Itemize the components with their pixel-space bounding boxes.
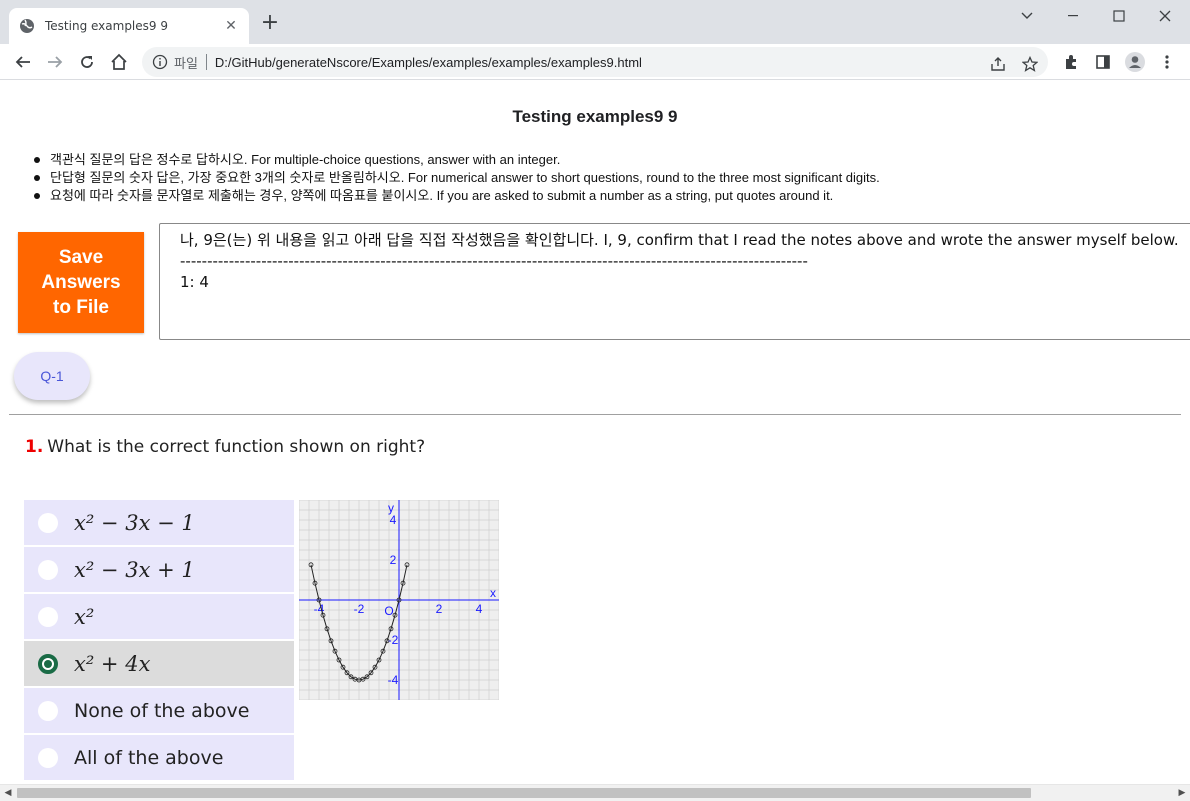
question-nav-button[interactable]: Q-1 (14, 352, 90, 400)
instruction-item: 요청에 따라 숫자를 문자열로 제출해는 경우, 양쪽에 따옴표를 붙이시오. … (34, 187, 880, 205)
x-tick-label: 4 (476, 602, 483, 616)
radio-button[interactable] (38, 560, 58, 580)
answer-confirmation-line: 나, 9은(는) 위 내용을 읽고 아래 답을 직접 작성했음을 확인합니다. … (180, 231, 1179, 249)
instructions-list: 객관식 질문의 답은 정수로 답하시오. For multiple-choice… (34, 151, 880, 205)
option-label: All of the above (74, 746, 224, 769)
back-arrow-icon[interactable] (9, 48, 37, 76)
side-panel-icon[interactable] (1089, 48, 1117, 76)
section-divider (9, 414, 1181, 415)
address-scheme: 파일 (174, 56, 198, 72)
question-prompt: 1. What is the correct function shown on … (25, 437, 425, 457)
answer-separator-line: ----------------------------------------… (180, 252, 808, 270)
answer-options: x² − 3x − 1 x² − 3x + 1 x² x² + 4x None … (24, 500, 294, 782)
y-tick-label: -4 (388, 673, 399, 687)
radio-button[interactable] (38, 748, 58, 768)
address-separator (205, 54, 207, 70)
y-tick-label: 4 (390, 513, 397, 527)
globe-icon (20, 19, 34, 33)
page-title: Testing examples9 9 (512, 107, 678, 126)
x-tick-label: 2 (436, 602, 443, 616)
option-2[interactable]: x² − 3x + 1 (24, 547, 294, 592)
option-1[interactable]: x² − 3x − 1 (24, 500, 294, 545)
extensions-icon[interactable] (1057, 48, 1085, 76)
home-icon[interactable] (105, 48, 133, 76)
browser-tab[interactable]: Testing examples9 9 ✕ (9, 8, 249, 44)
menu-kebab-icon[interactable] (1153, 48, 1181, 76)
option-label: x² − 3x + 1 (74, 557, 195, 582)
option-label: x² − 3x − 1 (74, 510, 195, 535)
save-answers-button[interactable]: Save Answers to File (18, 232, 144, 333)
minimize-icon[interactable] (1050, 0, 1096, 32)
radio-button[interactable] (38, 607, 58, 627)
reload-icon[interactable] (73, 48, 101, 76)
instruction-item: 단답형 질문의 숫자 답은, 가장 중요한 3개의 숫자로 반올림하시오. Fo… (34, 170, 880, 185)
radio-button-selected[interactable] (38, 654, 58, 674)
tab-title: Testing examples9 9 (45, 19, 168, 33)
profile-avatar-icon[interactable] (1121, 48, 1149, 76)
scrollbar-thumb[interactable] (17, 788, 1031, 798)
horizontal-scrollbar[interactable]: ◀ ▶ (0, 784, 1190, 801)
y-tick-label: 2 (390, 553, 397, 567)
origin-label: O (384, 604, 393, 618)
page-content: Testing examples9 9 객관식 질문의 답은 정수로 답하시오.… (0, 81, 1190, 784)
radio-button[interactable] (38, 513, 58, 533)
answer-line: 1: 4 (180, 273, 209, 291)
function-graph: xyO-4 -2 2 442-2-4 (299, 500, 499, 700)
browser-titlebar: Testing examples9 9 ✕ + (0, 0, 1190, 44)
radio-button[interactable] (38, 701, 58, 721)
browser-toolbar: 파일 D:/GitHub/generateNscore/Examples/exa… (0, 44, 1190, 80)
scroll-right-icon[interactable]: ▶ (1174, 787, 1190, 800)
address-bar[interactable]: 파일 D:/GitHub/generateNscore/Examples/exa… (142, 47, 1048, 77)
url-text: D:/GitHub/generateNscore/Examples/exampl… (214, 54, 642, 70)
option-3[interactable]: x² (24, 594, 294, 639)
new-tab-button[interactable]: + (258, 12, 282, 36)
instruction-item: 객관식 질문의 답은 정수로 답하시오. For multiple-choice… (34, 151, 880, 169)
forward-arrow-icon[interactable] (41, 48, 69, 76)
share-icon[interactable] (988, 54, 1008, 74)
answer-textarea[interactable]: 나, 9은(는) 위 내용을 읽고 아래 답을 직접 작성했음을 확인합니다. … (159, 223, 1190, 340)
maximize-icon[interactable] (1096, 0, 1142, 32)
x-tick-label: -2 (354, 602, 365, 616)
option-label: x² + 4x (74, 651, 151, 676)
tab-close-icon[interactable]: ✕ (223, 18, 239, 34)
question-number: 1. (25, 437, 44, 457)
bookmark-star-icon[interactable] (1020, 54, 1040, 74)
tab-search-icon[interactable] (1004, 0, 1050, 32)
info-icon[interactable] (152, 54, 168, 70)
option-6[interactable]: All of the above (24, 735, 294, 780)
close-window-icon[interactable] (1142, 0, 1188, 32)
question-text: What is the correct function shown on ri… (47, 437, 426, 457)
option-label: None of the above (74, 699, 250, 722)
option-label: x² (74, 604, 95, 629)
option-5[interactable]: None of the above (24, 688, 294, 733)
scroll-left-icon[interactable]: ◀ (0, 787, 16, 800)
option-4-selected[interactable]: x² + 4x (24, 641, 294, 686)
x-axis-label: x (490, 586, 496, 600)
